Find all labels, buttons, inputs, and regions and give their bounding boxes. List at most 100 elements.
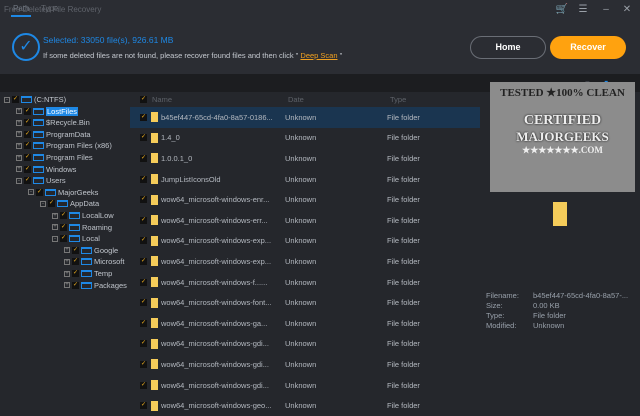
table-row[interactable]: ✓ wow64_microsoft-windows-geo... Unknown Fi… xyxy=(130,395,480,416)
size-value: 0.00 KB xyxy=(533,301,560,310)
table-row[interactable]: ✓ wow64_microsoft-windows-font... Unknown F… xyxy=(130,292,480,313)
table-row[interactable]: ✓ 1.0.0.1_0 Unknown File folder xyxy=(130,148,480,169)
tree-node[interactable]: + ✓ Roaming xyxy=(52,222,112,233)
row-checkbox[interactable]: ✓ xyxy=(140,257,147,265)
tree-node[interactable]: + ✓ Google xyxy=(64,245,118,256)
tree-checkbox[interactable]: ✓ xyxy=(24,107,31,115)
expand-toggle-icon[interactable]: - xyxy=(28,189,34,196)
tree-checkbox[interactable]: ✓ xyxy=(72,258,79,266)
tree-node[interactable]: - ✓ (C:NTFS) xyxy=(4,94,66,105)
tree-checkbox[interactable]: ✓ xyxy=(72,246,79,254)
expand-toggle-icon[interactable]: - xyxy=(52,235,58,242)
tree-checkbox[interactable]: ✓ xyxy=(72,281,79,289)
expand-toggle-icon[interactable]: + xyxy=(16,131,22,138)
row-checkbox[interactable]: ✓ xyxy=(140,381,147,389)
folder-icon xyxy=(151,359,158,370)
tree-checkbox[interactable]: ✓ xyxy=(72,270,79,277)
tab-type[interactable]: Type xyxy=(41,4,58,13)
expand-toggle-icon[interactable]: + xyxy=(64,247,70,254)
row-checkbox[interactable]: ✓ xyxy=(140,278,147,286)
tree-node[interactable]: + ✓ ProgramData xyxy=(16,129,91,140)
table-row[interactable]: ✓ wow64_microsoft-windows-enr... Unknown Fi… xyxy=(130,189,480,210)
row-checkbox[interactable]: ✓ xyxy=(140,216,147,224)
home-button[interactable]: Home xyxy=(470,36,546,59)
row-checkbox[interactable]: ✓ xyxy=(140,360,147,368)
table-row[interactable]: ✓ wow64_microsoft-windows-ga... Unknown Fil… xyxy=(130,313,480,334)
tree-checkbox[interactable]: ✓ xyxy=(24,119,31,127)
row-checkbox[interactable]: ✓ xyxy=(140,340,147,348)
tree-node[interactable]: + ✓ Microsoft xyxy=(64,256,124,267)
expand-toggle-icon[interactable]: + xyxy=(64,282,70,289)
column-name[interactable]: Name xyxy=(152,95,288,104)
tree-node[interactable]: + ✓ Packages xyxy=(64,280,127,291)
table-row[interactable]: ✓ b45ef447-65cd-4fa0-8a57-0186... Unknown F… xyxy=(130,107,480,128)
select-all-checkbox[interactable]: ✓ xyxy=(140,96,147,103)
table-row[interactable]: ✓ wow64_microsoft-windows-err... Unknown Fi… xyxy=(130,210,480,231)
tree-node[interactable]: + ✓ Windows xyxy=(16,164,76,175)
row-checkbox[interactable]: ✓ xyxy=(140,175,147,183)
expand-toggle-icon[interactable]: + xyxy=(16,119,22,126)
expand-toggle-icon[interactable]: + xyxy=(16,154,22,161)
tree-checkbox[interactable]: ✓ xyxy=(24,142,31,150)
tree-node[interactable]: + ✓ $Recycle.Bin xyxy=(16,117,90,128)
table-row[interactable]: ✓ JumpListIconsOld Unknown File folder xyxy=(130,169,480,190)
expand-toggle-icon[interactable]: + xyxy=(64,258,70,265)
tree-node[interactable]: + ✓ LostFiles xyxy=(16,106,79,117)
expand-toggle-icon[interactable]: + xyxy=(16,108,22,115)
row-checkbox[interactable]: ✓ xyxy=(140,154,147,162)
tree-checkbox[interactable]: ✓ xyxy=(24,177,31,185)
row-type: File folder xyxy=(387,174,420,184)
tree-node[interactable]: + ✓ Program Files xyxy=(16,152,93,163)
tree-node[interactable]: + ✓ Temp xyxy=(64,268,112,279)
row-checkbox[interactable]: ✓ xyxy=(140,134,147,142)
tree-checkbox[interactable]: ✓ xyxy=(36,188,43,196)
menu-icon[interactable]: ☰ xyxy=(576,4,590,15)
tree-node[interactable]: + ✓ Program Files (x86) xyxy=(16,140,112,151)
deep-scan-link[interactable]: Deep Scan xyxy=(300,51,337,60)
tree-checkbox[interactable]: ✓ xyxy=(60,235,67,243)
table-row[interactable]: ✓ wow64_microsoft-windows-exp... Unknown Fi… xyxy=(130,251,480,272)
table-row[interactable]: ✓ 1.4_0 Unknown File folder xyxy=(130,128,480,149)
tree-checkbox[interactable]: ✓ xyxy=(60,212,67,219)
tab-path[interactable]: Path xyxy=(11,4,32,17)
tree-node[interactable]: - ✓ Users xyxy=(16,175,66,186)
tree-checkbox[interactable]: ✓ xyxy=(24,130,31,138)
folder-icon xyxy=(81,270,92,277)
tree-node[interactable]: + ✓ LocalLow xyxy=(52,210,114,221)
tree-checkbox[interactable]: ✓ xyxy=(60,223,67,231)
column-date[interactable]: Date xyxy=(288,95,390,104)
expand-toggle-icon[interactable]: + xyxy=(64,270,70,277)
row-checkbox[interactable]: ✓ xyxy=(140,402,147,410)
tree-checkbox[interactable]: ✓ xyxy=(24,165,31,173)
row-checkbox[interactable]: ✓ xyxy=(140,237,147,245)
tree-node-label: Microsoft xyxy=(94,257,125,267)
tree-checkbox[interactable]: ✓ xyxy=(24,154,31,161)
expand-toggle-icon[interactable]: + xyxy=(52,212,58,219)
close-icon[interactable]: ✕ xyxy=(620,4,634,15)
tree-node[interactable]: - ✓ MajorGeeks xyxy=(28,187,98,198)
expand-toggle-icon[interactable]: + xyxy=(16,166,22,173)
expand-toggle-icon[interactable]: + xyxy=(52,224,58,231)
column-type[interactable]: Type xyxy=(390,95,406,104)
tree-node[interactable]: - ✓ Local xyxy=(52,233,100,244)
expand-toggle-icon[interactable]: - xyxy=(40,200,46,207)
tree-node[interactable]: - ✓ AppData xyxy=(40,198,99,209)
expand-toggle-icon[interactable]: - xyxy=(16,177,22,184)
row-checkbox[interactable]: ✓ xyxy=(140,299,147,307)
row-checkbox[interactable]: ✓ xyxy=(140,113,147,121)
table-row[interactable]: ✓ wow64_microsoft-windows-f...... Unknown F… xyxy=(130,272,480,293)
minimize-icon[interactable]: – xyxy=(599,4,613,15)
row-checkbox[interactable]: ✓ xyxy=(140,196,147,204)
table-row[interactable]: ✓ wow64_microsoft-windows-gdi... Unknown Fi… xyxy=(130,354,480,375)
row-checkbox[interactable]: ✓ xyxy=(140,319,147,327)
recover-button[interactable]: Recover xyxy=(550,36,626,59)
expand-toggle-icon[interactable]: - xyxy=(4,96,10,103)
tree-checkbox[interactable]: ✓ xyxy=(12,96,19,103)
table-row[interactable]: ✓ wow64_microsoft-windows-gdi... Unknown Fi… xyxy=(130,334,480,355)
tree-checkbox[interactable]: ✓ xyxy=(48,200,55,208)
table-row[interactable]: ✓ wow64_microsoft-windows-gdi... Unknown Fi… xyxy=(130,375,480,396)
cart-icon[interactable]: 🛒 xyxy=(555,4,569,15)
row-date: Unknown xyxy=(285,277,317,287)
table-row[interactable]: ✓ wow64_microsoft-windows-exp... Unknown Fi… xyxy=(130,231,480,252)
expand-toggle-icon[interactable]: + xyxy=(16,142,22,149)
